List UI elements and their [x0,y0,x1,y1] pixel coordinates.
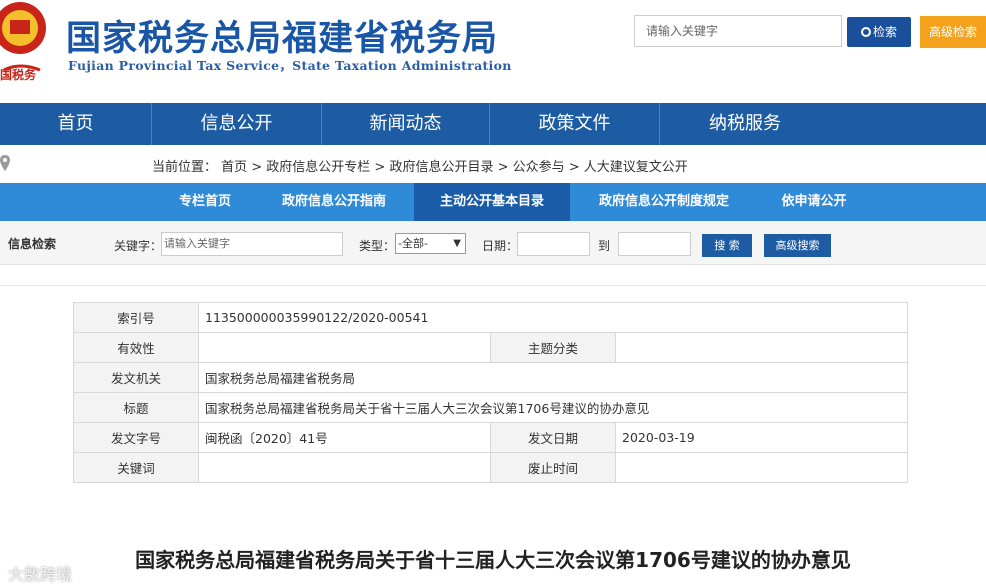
nav-item-news[interactable]: 新闻动态 [322,103,490,145]
date-value: 2020-03-19 [615,422,908,453]
search-button-label: 检索 [872,25,897,39]
nav-item-home[interactable]: 首页 [0,103,152,145]
nav-item-policy[interactable]: 政策文件 [490,103,660,145]
keyword-label: 关键字： [114,239,163,253]
docno-value: 闽税函〔2020〕41号 [198,422,491,453]
content-area: 索引号 11350000003599012​2/2020-00541 有效性 主… [0,285,986,584]
date-start-input[interactable] [517,232,590,256]
type-select-value: -全部- [398,237,428,250]
info-search-bar: 信息检索 关键字： 请输入关键字 类型： -全部- ▼ 日期： 到 搜 索 高级… [0,221,986,265]
date-label: 日期： [482,239,519,253]
document-meta-table: 索引号 11350000003599012​2/2020-00541 有效性 主… [73,302,908,483]
nav-item-tax-service[interactable]: 纳税服务 [660,103,830,145]
subnav-item-home[interactable]: 专栏首页 [160,183,250,221]
search-button[interactable]: 检索 [847,17,911,47]
index-label: 索引号 [73,302,199,333]
issuer-value: 国家税务总局福建省税务局 [198,362,908,393]
type-label: 类型： [359,239,396,253]
table-row: 发文机关 国家税务总局福建省税务局 [73,362,908,393]
filter-search-button[interactable]: 搜 索 [702,234,752,257]
issuer-label: 发文机关 [73,362,199,393]
watermark: 大数跨境 [8,565,73,584]
topic-value [615,332,908,363]
table-row: 发文字号 闽税函〔2020〕41号 发文日期 2020-03-19 [73,422,908,453]
subnav-item-rules[interactable]: 政府信息公开制度规定 [580,183,748,221]
info-search-title: 信息检索 [8,237,57,251]
table-row: 标题 国家税务总局福建省税务局关于省十三届人大三次会议第1706号建议的协办意见 [73,392,908,423]
site-header: 国税务 国家税务总局福建省税务局 Fujian Provincial Tax S… [0,0,986,103]
keywords-value [198,452,491,483]
site-subtitle: Fujian Provincial Tax Service，State Taxa… [68,58,512,73]
filter-advanced-button[interactable]: 高级搜索 [764,234,831,257]
search-icon [860,27,871,37]
table-row: 关键词 废止时间 [73,452,908,483]
subnav-item-guide[interactable]: 政府信息公开指南 [262,183,406,221]
validity-label: 有效性 [73,332,199,363]
table-row: 索引号 11350000003599012​2/2020-00541 [73,302,908,333]
breadcrumb-text[interactable]: 当前位置： 首页 > 政府信息公开专栏 > 政府信息公开目录 > 公众参与 > … [152,156,688,175]
chevron-down-icon: ▼ [453,238,461,249]
expiry-label: 废止时间 [490,452,616,483]
date-label-cell: 发文日期 [490,422,616,453]
sub-nav: 专栏首页 政府信息公开指南 主动公开基本目录 政府信息公开制度规定 依申请公开 [0,183,986,221]
nav-item-info-disclosure[interactable]: 信息公开 [152,103,322,145]
validity-value [198,332,491,363]
keywords-label: 关键词 [73,452,199,483]
emblem-text: 国税务 [0,68,37,82]
document-title: 国家税务总局福建省税务局关于省十三届人大三次会议第1706号建议的协办意见 [135,548,851,572]
subnav-item-catalog[interactable]: 主动公开基本目录 [414,183,570,221]
type-select[interactable]: -全部- ▼ [395,233,466,254]
date-end-input[interactable] [618,232,691,256]
title-value: 国家税务总局福建省税务局关于省十三届人大三次会议第1706号建议的协办意见 [198,392,908,423]
docno-label: 发文字号 [73,422,199,453]
location-pin-icon [0,155,10,171]
topic-label: 主题分类 [490,332,616,363]
date-to-label: 到 [598,239,611,253]
advanced-search-button[interactable]: 高级检索 [920,16,986,48]
title-label: 标题 [73,392,199,423]
index-value: 11350000003599012​2/2020-00541 [198,302,908,333]
search-input[interactable]: 请输入关键字 [634,15,842,47]
subnav-item-request[interactable]: 依申请公开 [760,183,868,221]
table-row: 有效性 主题分类 [73,332,908,363]
expiry-value [615,452,908,483]
main-nav: 首页 信息公开 新闻动态 政策文件 纳税服务 [0,103,986,145]
site-title: 国家税务总局福建省税务局 [66,19,499,59]
keyword-input[interactable]: 请输入关键字 [161,232,343,256]
breadcrumb: 当前位置： 首页 > 政府信息公开专栏 > 政府信息公开目录 > 公众参与 > … [0,147,986,181]
